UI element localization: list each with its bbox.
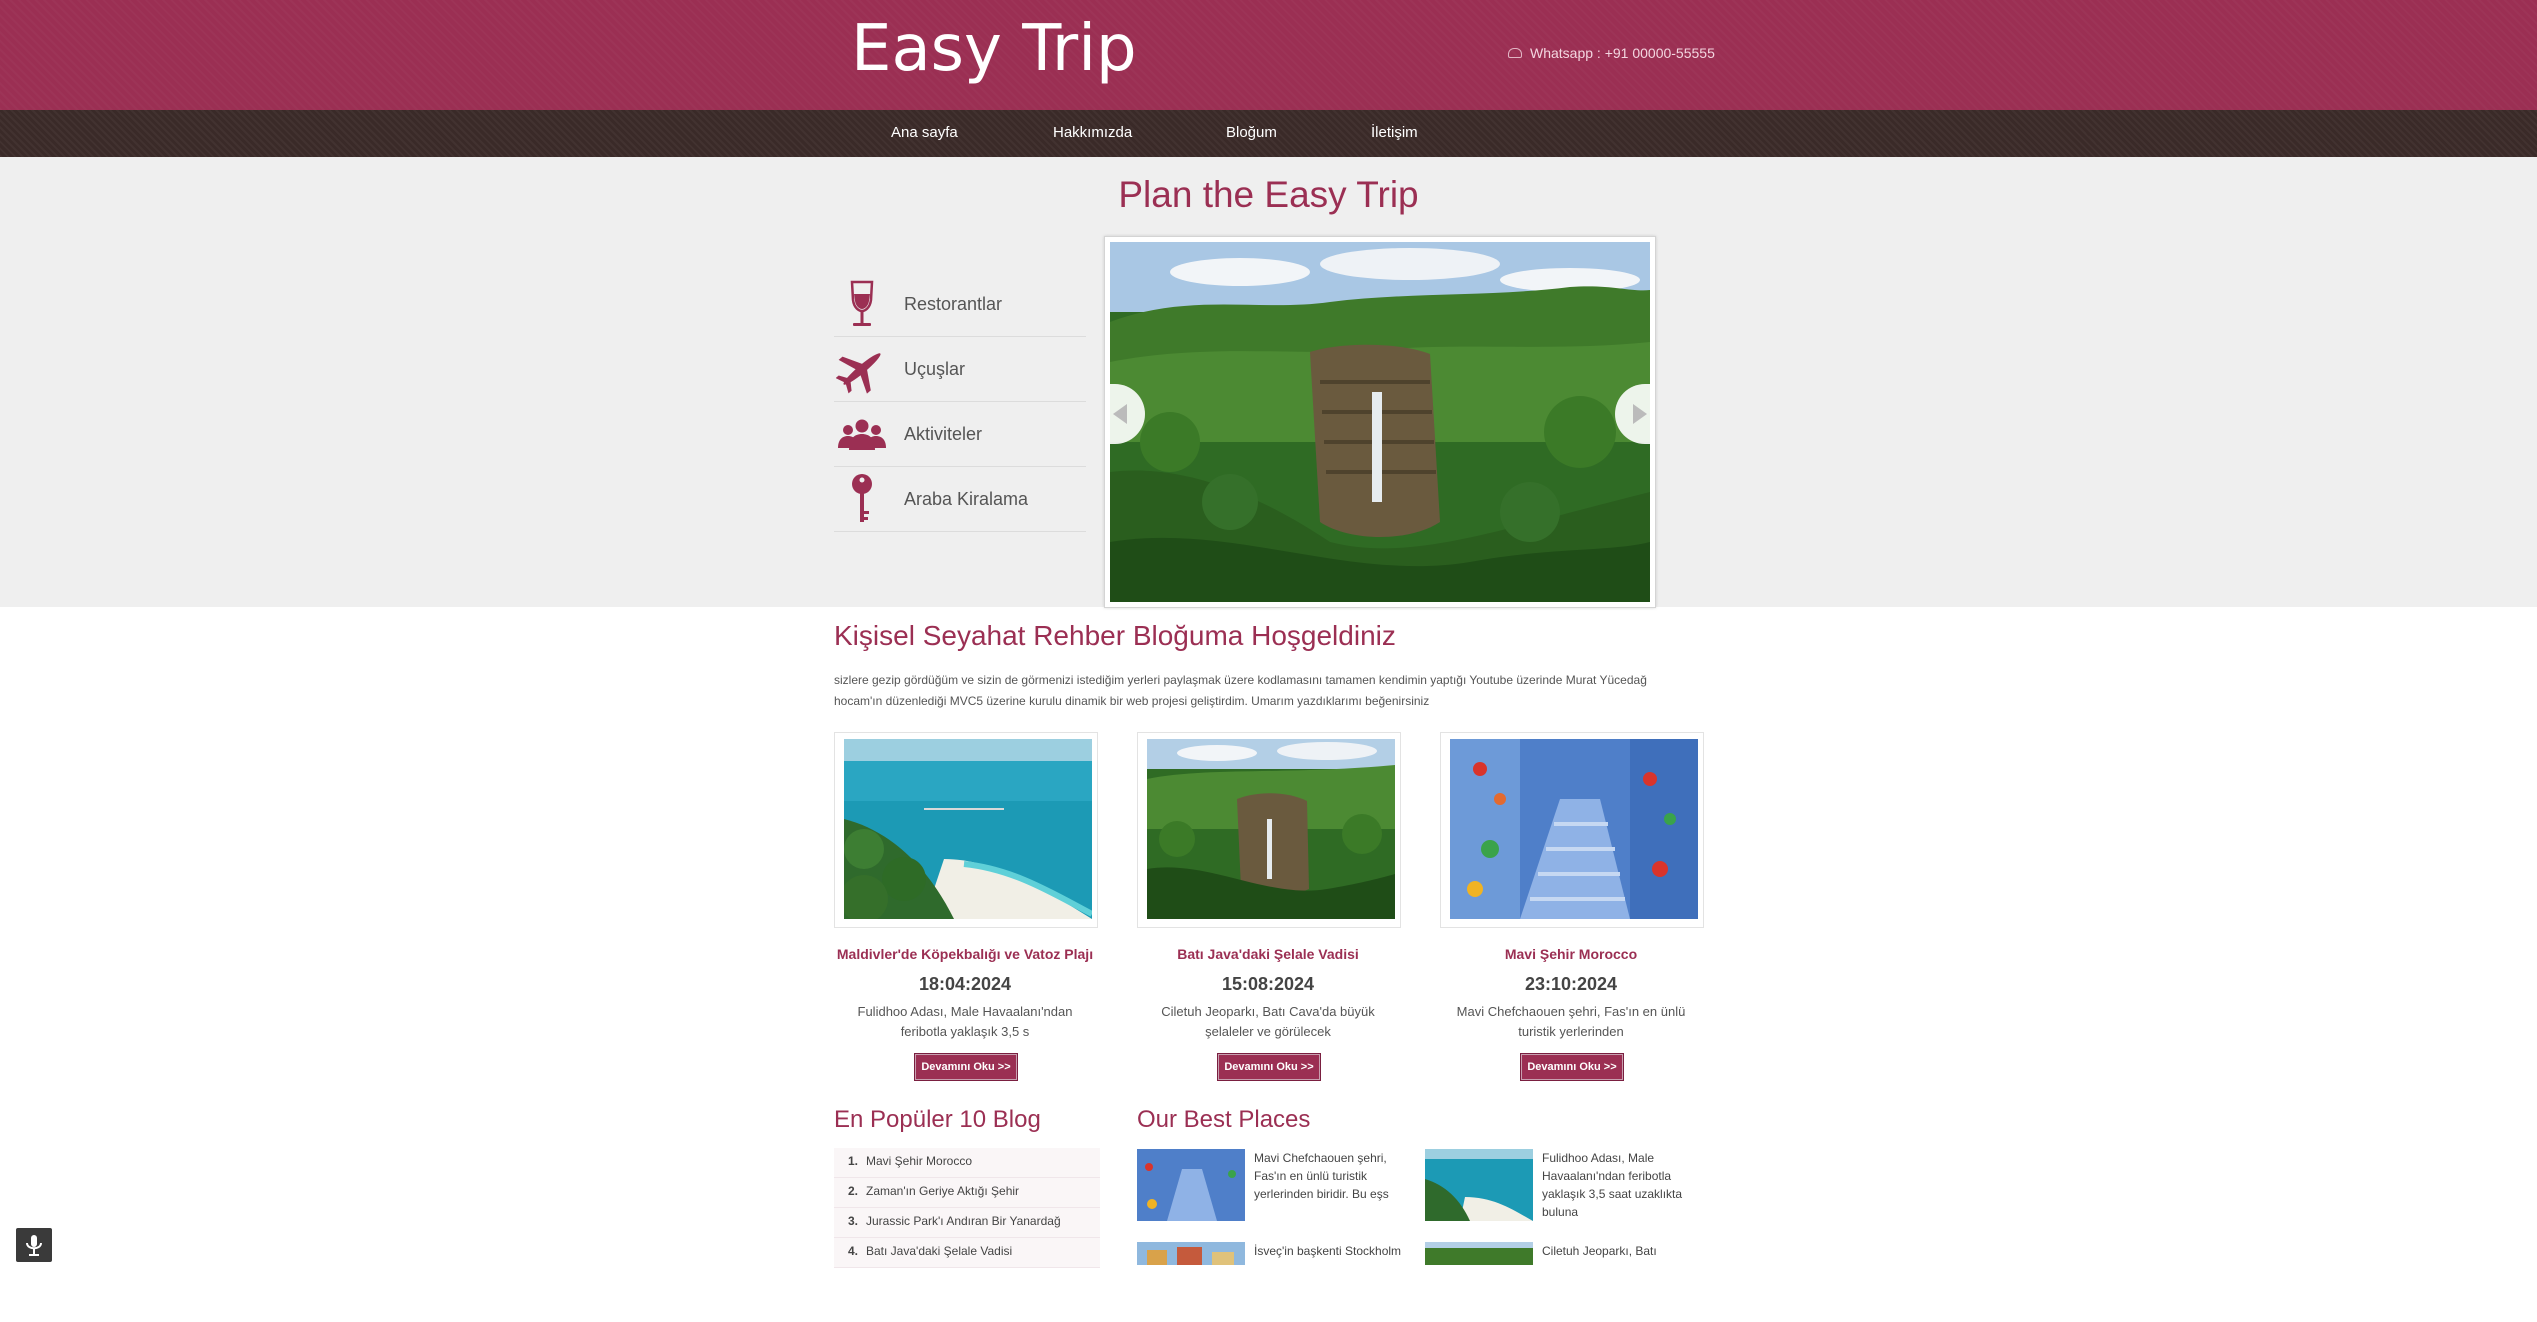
side-item-restaurants[interactable]: Restorantlar bbox=[834, 272, 1086, 337]
site-logo[interactable]: Easy Trip bbox=[851, 12, 1137, 86]
image-slider[interactable] bbox=[1104, 236, 1656, 608]
voice-input-button[interactable] bbox=[16, 1228, 52, 1262]
side-item-car-rental[interactable]: Araba Kiralama bbox=[834, 467, 1086, 532]
side-item-flights[interactable]: Uçuşlar bbox=[834, 337, 1086, 402]
place-description: Mavi Chefchaouen şehri, Fas'ın en ünlü t… bbox=[1254, 1151, 1389, 1201]
best-place-item[interactable]: İsveç'in başkenti Stockholm bbox=[1137, 1242, 1417, 1322]
airplane-icon bbox=[836, 353, 881, 394]
card-date: 23:10:2024 bbox=[1524, 974, 1618, 994]
read-more-button[interactable]: Devamını Oku >> bbox=[914, 1053, 1018, 1081]
list-item-label: Mavi Şehir Morocco bbox=[866, 1154, 973, 1168]
nav-item-about[interactable]: Hakkımızda bbox=[1053, 124, 1132, 141]
side-item-label: Araba Kiralama bbox=[904, 489, 1029, 509]
side-item-label: Restorantlar bbox=[904, 294, 1003, 314]
nav-item-home[interactable]: Ana sayfa bbox=[891, 124, 958, 141]
card-photo-frame[interactable] bbox=[1440, 732, 1704, 928]
key-icon bbox=[852, 474, 872, 522]
list-item-label: Zaman'ın Geriye Aktığı Şehir bbox=[866, 1184, 1020, 1198]
place-thumbnail bbox=[1425, 1242, 1533, 1265]
popular-blogs-title: En Popüler 10 Blog bbox=[834, 1106, 1041, 1133]
list-item-label: Batı Java'daki Şelale Vadisi bbox=[866, 1244, 1013, 1258]
welcome-text: sizlere gezip gördüğüm ve sizin de görme… bbox=[834, 673, 1647, 708]
whatsapp-contact: Whatsapp : +91 00000-55555 bbox=[1508, 45, 1715, 61]
card-description: Fulidhoo Adası, Male Havaalanı'ndan feri… bbox=[857, 1004, 1073, 1039]
main-nav: Ana sayfa Hakkımızda Bloğum İletişim bbox=[0, 110, 2537, 157]
best-places-title: Our Best Places bbox=[1137, 1106, 1311, 1133]
hero-title: Plan the Easy Trip bbox=[1118, 174, 1419, 215]
card-title[interactable]: Maldivler'de Köpekbalığı ve Vatoz Plajı bbox=[834, 946, 1096, 962]
card-photo-frame[interactable] bbox=[1137, 732, 1401, 928]
nav-item-contact[interactable]: İletişim bbox=[1371, 124, 1418, 141]
card-date: 18:04:2024 bbox=[918, 974, 1012, 994]
side-item-label: Aktiviteler bbox=[904, 424, 983, 444]
place-description: Fulidhoo Adası, Male Havaalanı'ndan feri… bbox=[1542, 1151, 1683, 1219]
microphone-icon bbox=[26, 1235, 42, 1256]
card-description: Mavi Chefchaouen şehri, Fas'ın en ünlü t… bbox=[1456, 1004, 1686, 1039]
chevron-left-icon bbox=[1113, 404, 1127, 424]
list-item-number: 3. bbox=[848, 1214, 859, 1228]
list-item-number: 1. bbox=[848, 1154, 859, 1168]
read-more-button[interactable]: Devamını Oku >> bbox=[1520, 1053, 1624, 1081]
nav-item-blog[interactable]: Bloğum bbox=[1226, 124, 1277, 141]
list-item[interactable]: 1. Mavi Şehir Morocco bbox=[834, 1148, 1100, 1178]
list-item-number: 4. bbox=[848, 1244, 859, 1258]
card-title[interactable]: Batı Java'daki Şelale Vadisi bbox=[1137, 946, 1399, 962]
chevron-right-icon bbox=[1633, 404, 1647, 424]
place-description: İsveç'in başkenti Stockholm bbox=[1254, 1244, 1402, 1258]
welcome-title: Kişisel Seyahat Rehber Bloğuma Hoşgeldin… bbox=[834, 620, 1396, 651]
place-description: Ciletuh Jeoparkı, Batı bbox=[1542, 1244, 1657, 1258]
list-item-number: 2. bbox=[848, 1184, 859, 1198]
list-item[interactable]: 4. Batı Java'daki Şelale Vadisi bbox=[834, 1238, 1100, 1268]
best-place-item[interactable]: Mavi Chefchaouen şehri, Fas'ın en ünlü t… bbox=[1137, 1149, 1417, 1229]
list-item[interactable]: 2. Zaman'ın Geriye Aktığı Şehir bbox=[834, 1178, 1100, 1208]
card-description: Ciletuh Jeoparkı, Batı Cava'da büyük şel… bbox=[1161, 1004, 1375, 1039]
card-date: 15:08:2024 bbox=[1221, 974, 1315, 994]
read-more-button[interactable]: Devamını Oku >> bbox=[1217, 1053, 1321, 1081]
site-header: Easy Trip Whatsapp : +91 00000-55555 bbox=[0, 0, 2537, 110]
card-image-waterfall-valley bbox=[1147, 739, 1395, 919]
card-image-maldives-beach bbox=[844, 739, 1092, 919]
phone-icon bbox=[1508, 48, 1522, 59]
place-thumbnail bbox=[1137, 1242, 1245, 1265]
place-thumbnail bbox=[1425, 1149, 1533, 1221]
wine-glass-icon bbox=[850, 280, 874, 326]
card-image-blue-city bbox=[1450, 739, 1698, 919]
list-item[interactable]: 3. Jurassic Park'ı Andıran Bir Yanardağ bbox=[834, 1208, 1100, 1238]
popular-blogs-list: 1. Mavi Şehir Morocco 2. Zaman'ın Geriye A… bbox=[834, 1148, 1100, 1268]
best-place-item[interactable]: Fulidhoo Adası, Male Havaalanı'ndan feri… bbox=[1425, 1149, 1705, 1229]
whatsapp-text: Whatsapp : +91 00000-55555 bbox=[1530, 45, 1715, 61]
list-item-label: Jurassic Park'ı Andıran Bir Yanardağ bbox=[866, 1214, 1061, 1228]
slider-image-waterfall-valley bbox=[1110, 242, 1650, 602]
card-photo-frame[interactable] bbox=[834, 732, 1098, 928]
best-place-item[interactable]: Ciletuh Jeoparkı, Batı bbox=[1425, 1242, 1705, 1322]
place-thumbnail bbox=[1137, 1149, 1245, 1221]
side-item-label: Uçuşlar bbox=[904, 359, 966, 379]
card-title[interactable]: Mavi Şehir Morocco bbox=[1440, 946, 1702, 962]
people-icon bbox=[838, 419, 886, 450]
side-item-activities[interactable]: Aktiviteler bbox=[834, 402, 1086, 467]
